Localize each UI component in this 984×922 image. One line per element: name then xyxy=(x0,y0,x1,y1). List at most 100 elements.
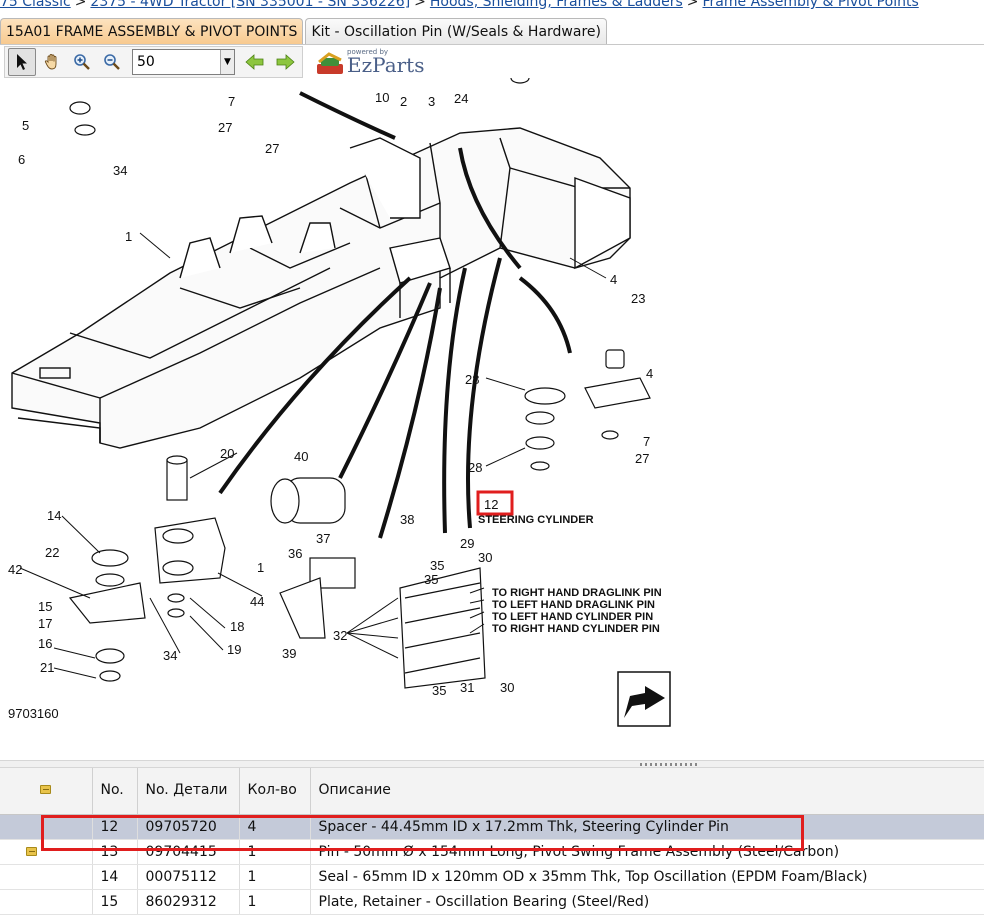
svg-text:7: 7 xyxy=(643,434,650,449)
row-no: 14 xyxy=(92,864,138,890)
svg-text:44: 44 xyxy=(250,594,264,609)
svg-text:4: 4 xyxy=(610,272,617,287)
forward-button[interactable] xyxy=(271,48,299,76)
svg-text:30: 30 xyxy=(478,550,492,565)
pane-splitter[interactable] xyxy=(0,760,984,768)
svg-text:36: 36 xyxy=(288,546,302,561)
zoom-value: 50 xyxy=(137,54,155,70)
row-description: Seal - 65mm ID x 120mm OD x 35mm Thk, To… xyxy=(310,864,984,890)
ezparts-logo-icon xyxy=(317,52,343,74)
svg-text:16: 16 xyxy=(38,636,52,651)
row-part-no: 00075112 xyxy=(137,864,240,890)
svg-text:32: 32 xyxy=(333,628,347,643)
next-page-arrow[interactable] xyxy=(617,671,671,727)
breadcrumb-link-tractor[interactable]: 2375 - 4WD Tractor [SN 335001 - SN 33622… xyxy=(90,0,410,10)
svg-text:35: 35 xyxy=(430,558,444,573)
svg-text:19: 19 xyxy=(227,642,241,657)
hand-icon xyxy=(44,54,57,70)
svg-text:TO RIGHT HAND CYLINDER PIN: TO RIGHT HAND CYLINDER PIN xyxy=(492,623,660,635)
svg-text:27: 27 xyxy=(265,141,279,156)
svg-text:4: 4 xyxy=(646,366,653,381)
breadcrumb-link-section[interactable]: Frame Assembly & Pivot Points xyxy=(703,0,919,10)
svg-text:6: 6 xyxy=(18,152,25,167)
svg-text:5: 5 xyxy=(22,118,29,133)
figure-number: 9703160 xyxy=(8,706,59,721)
svg-text:39: 39 xyxy=(282,646,296,661)
table-row[interactable]: 15 86029312 1 Plate, Retainer - Oscillat… xyxy=(0,889,984,915)
table-row[interactable]: 14 00075112 1 Seal - 65mm ID x 120mm OD … xyxy=(0,864,984,890)
tab-bar: 15A01 FRAME ASSEMBLY & PIVOT POINTS Kit … xyxy=(0,18,607,45)
svg-text:23: 23 xyxy=(631,291,645,306)
back-button[interactable] xyxy=(241,48,269,76)
tab-frame-assembly[interactable]: 15A01 FRAME ASSEMBLY & PIVOT POINTS xyxy=(0,18,304,45)
svg-text:3: 3 xyxy=(428,94,435,109)
row-note-cell xyxy=(0,889,93,915)
svg-text:28: 28 xyxy=(465,372,479,387)
row-description: Plate, Retainer - Oscillation Bearing (S… xyxy=(310,889,984,915)
row-qty: 1 xyxy=(239,864,311,890)
breadcrumb-link-model[interactable]: 75 Classic xyxy=(0,0,71,10)
svg-text:TO LEFT HAND CYLINDER PIN: TO LEFT HAND CYLINDER PIN xyxy=(492,611,653,623)
svg-text:34: 34 xyxy=(163,648,177,663)
column-note[interactable] xyxy=(0,768,93,815)
zoom-in-button[interactable] xyxy=(68,48,96,76)
svg-text:18: 18 xyxy=(230,619,244,634)
svg-text:34: 34 xyxy=(113,163,127,178)
zoom-in-icon xyxy=(74,54,90,70)
breadcrumb-link-category[interactable]: Hoods, Shielding, Frames & Ladders xyxy=(430,0,683,10)
row-no: 15 xyxy=(92,889,138,915)
svg-text:27: 27 xyxy=(635,451,649,466)
svg-text:29: 29 xyxy=(460,536,474,551)
pan-tool-button[interactable] xyxy=(38,48,66,76)
zoom-out-icon xyxy=(104,54,120,70)
svg-text:27: 27 xyxy=(218,120,232,135)
note-icon xyxy=(40,785,52,795)
svg-text:35: 35 xyxy=(424,572,438,587)
svg-text:21: 21 xyxy=(40,660,54,675)
row-note-cell xyxy=(0,864,93,890)
svg-text:24: 24 xyxy=(454,91,468,106)
svg-text:42: 42 xyxy=(8,562,22,577)
zoom-out-button[interactable] xyxy=(98,48,126,76)
splitter-grip-icon[interactable] xyxy=(640,763,700,766)
svg-text:38: 38 xyxy=(400,512,414,527)
ezparts-logo: powered by EzParts xyxy=(315,48,425,80)
svg-text:TO RIGHT HAND DRAGLINK PIN: TO RIGHT HAND DRAGLINK PIN xyxy=(492,587,662,599)
tab-oscillation-pin-kit[interactable]: Kit - Oscillation Pin (W/Seals & Hardwar… xyxy=(305,18,607,45)
row-qty: 1 xyxy=(239,889,311,915)
svg-text:22: 22 xyxy=(45,545,59,560)
svg-text:37: 37 xyxy=(316,531,330,546)
parts-diagram[interactable]: 11 10 7 27 27 5 6 34 2 3 26 24 27 1 4 23… xyxy=(0,78,984,760)
breadcrumb: 75 Classic >2375 - 4WD Tractor [SN 335001… xyxy=(0,0,984,12)
svg-text:1: 1 xyxy=(257,560,264,575)
svg-text:7: 7 xyxy=(228,94,235,109)
pointer-icon xyxy=(17,54,27,70)
arrow-forward-icon xyxy=(276,54,295,70)
column-part-no[interactable]: No. Детали xyxy=(137,768,240,815)
svg-text:31: 31 xyxy=(460,680,474,695)
svg-text:12: 12 xyxy=(484,497,498,512)
logo-text: EzParts xyxy=(347,53,425,77)
chevron-down-icon[interactable]: ▼ xyxy=(220,50,234,74)
row-highlight-annotation xyxy=(41,815,804,851)
table-header-row: No. No. Детали Кол-во Описание xyxy=(0,768,984,815)
note-icon[interactable] xyxy=(26,846,37,856)
viewer-toolbar: 50 ▼ xyxy=(4,46,303,78)
svg-text:TO LEFT HAND DRAGLINK PIN: TO LEFT HAND DRAGLINK PIN xyxy=(492,599,655,611)
pointer-tool-button[interactable] xyxy=(8,48,36,76)
svg-text:30: 30 xyxy=(500,680,514,695)
tab-divider xyxy=(0,44,984,45)
zoom-select[interactable]: 50 ▼ xyxy=(132,49,235,75)
row-part-no: 86029312 xyxy=(137,889,240,915)
arrow-back-icon xyxy=(245,54,264,70)
svg-text:14: 14 xyxy=(47,508,61,523)
column-description[interactable]: Описание xyxy=(310,768,984,815)
svg-text:10: 10 xyxy=(375,90,389,105)
column-no[interactable]: No. xyxy=(92,768,138,815)
svg-text:15: 15 xyxy=(38,599,52,614)
column-qty[interactable]: Кол-во xyxy=(239,768,311,815)
svg-text:17: 17 xyxy=(38,616,52,631)
steering-cylinder-label: STEERING CYLINDER xyxy=(478,514,594,526)
svg-text:1: 1 xyxy=(125,229,132,244)
svg-text:2: 2 xyxy=(400,94,407,109)
